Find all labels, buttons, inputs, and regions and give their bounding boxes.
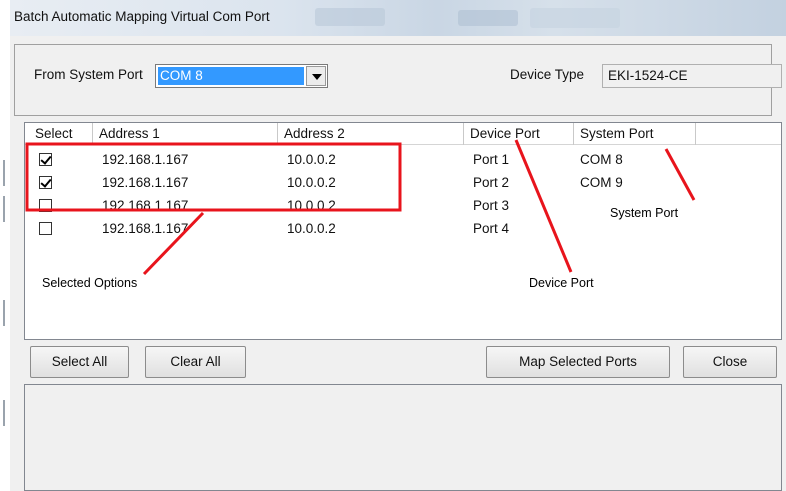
device-port-cell: Port 4 (473, 221, 510, 236)
system-port-callout: System Port (610, 206, 679, 220)
map-selected-ports-button[interactable]: Map Selected Ports (486, 346, 670, 378)
address-2-cell: 10.0.0.2 (287, 221, 336, 236)
system-port-cell: COM 9 (580, 175, 623, 190)
device-type-label: Device Type (510, 67, 585, 82)
address-1-cell: 192.168.1.167 (102, 221, 189, 236)
address-2-cell: 10.0.0.2 (287, 175, 336, 190)
window-title: Batch Automatic Mapping Virtual Com Port (14, 9, 270, 24)
column-address-2[interactable]: Address 2 (278, 123, 464, 145)
row-checkbox[interactable] (39, 222, 52, 235)
from-system-port-label: From System Port (34, 67, 143, 82)
background-edge (0, 0, 10, 491)
address-1-cell: 192.168.1.167 (102, 175, 189, 190)
close-button[interactable]: Close (683, 346, 777, 378)
chevron-down-icon[interactable] (306, 66, 326, 86)
address-2-cell: 10.0.0.2 (287, 152, 336, 167)
device-port-callout: Device Port (529, 276, 594, 290)
device-type-field[interactable]: EKI-1524-CE (602, 64, 782, 88)
row-checkbox[interactable] (39, 199, 52, 212)
device-port-cell: Port 3 (473, 198, 510, 213)
address-1-cell: 192.168.1.167 (102, 198, 189, 213)
column-device-port[interactable]: Device Port (464, 123, 574, 145)
row-checkbox[interactable] (39, 176, 52, 189)
port-list[interactable]: Select Address 1 Address 2 Device Port S… (24, 122, 782, 340)
output-log-area[interactable] (24, 384, 782, 491)
from-system-port-value: COM 8 (158, 67, 304, 85)
address-1-cell: 192.168.1.167 (102, 152, 189, 167)
from-system-port-dropdown[interactable]: COM 8 (155, 64, 328, 88)
clear-all-button[interactable]: Clear All (145, 346, 246, 378)
system-port-cell: COM 8 (580, 152, 623, 167)
row-checkbox[interactable] (39, 153, 52, 166)
column-select[interactable]: Select (25, 123, 93, 145)
device-port-cell: Port 1 (473, 152, 510, 167)
column-system-port[interactable]: System Port (574, 123, 696, 145)
select-all-button[interactable]: Select All (30, 346, 129, 378)
column-address-1[interactable]: Address 1 (93, 123, 278, 145)
table-row[interactable]: 192.168.1.167 10.0.0.2 Port 2 COM 9 (25, 172, 781, 194)
selected-options-callout: Selected Options (42, 276, 138, 290)
table-row[interactable]: 192.168.1.167 10.0.0.2 Port 4 (25, 218, 781, 240)
title-bar[interactable]: Batch Automatic Mapping Virtual Com Port (10, 0, 786, 36)
device-port-cell: Port 2 (473, 175, 510, 190)
table-row[interactable]: 192.168.1.167 10.0.0.2 Port 1 COM 8 (25, 149, 781, 171)
list-header: Select Address 1 Address 2 Device Port S… (25, 123, 781, 145)
address-2-cell: 10.0.0.2 (287, 198, 336, 213)
